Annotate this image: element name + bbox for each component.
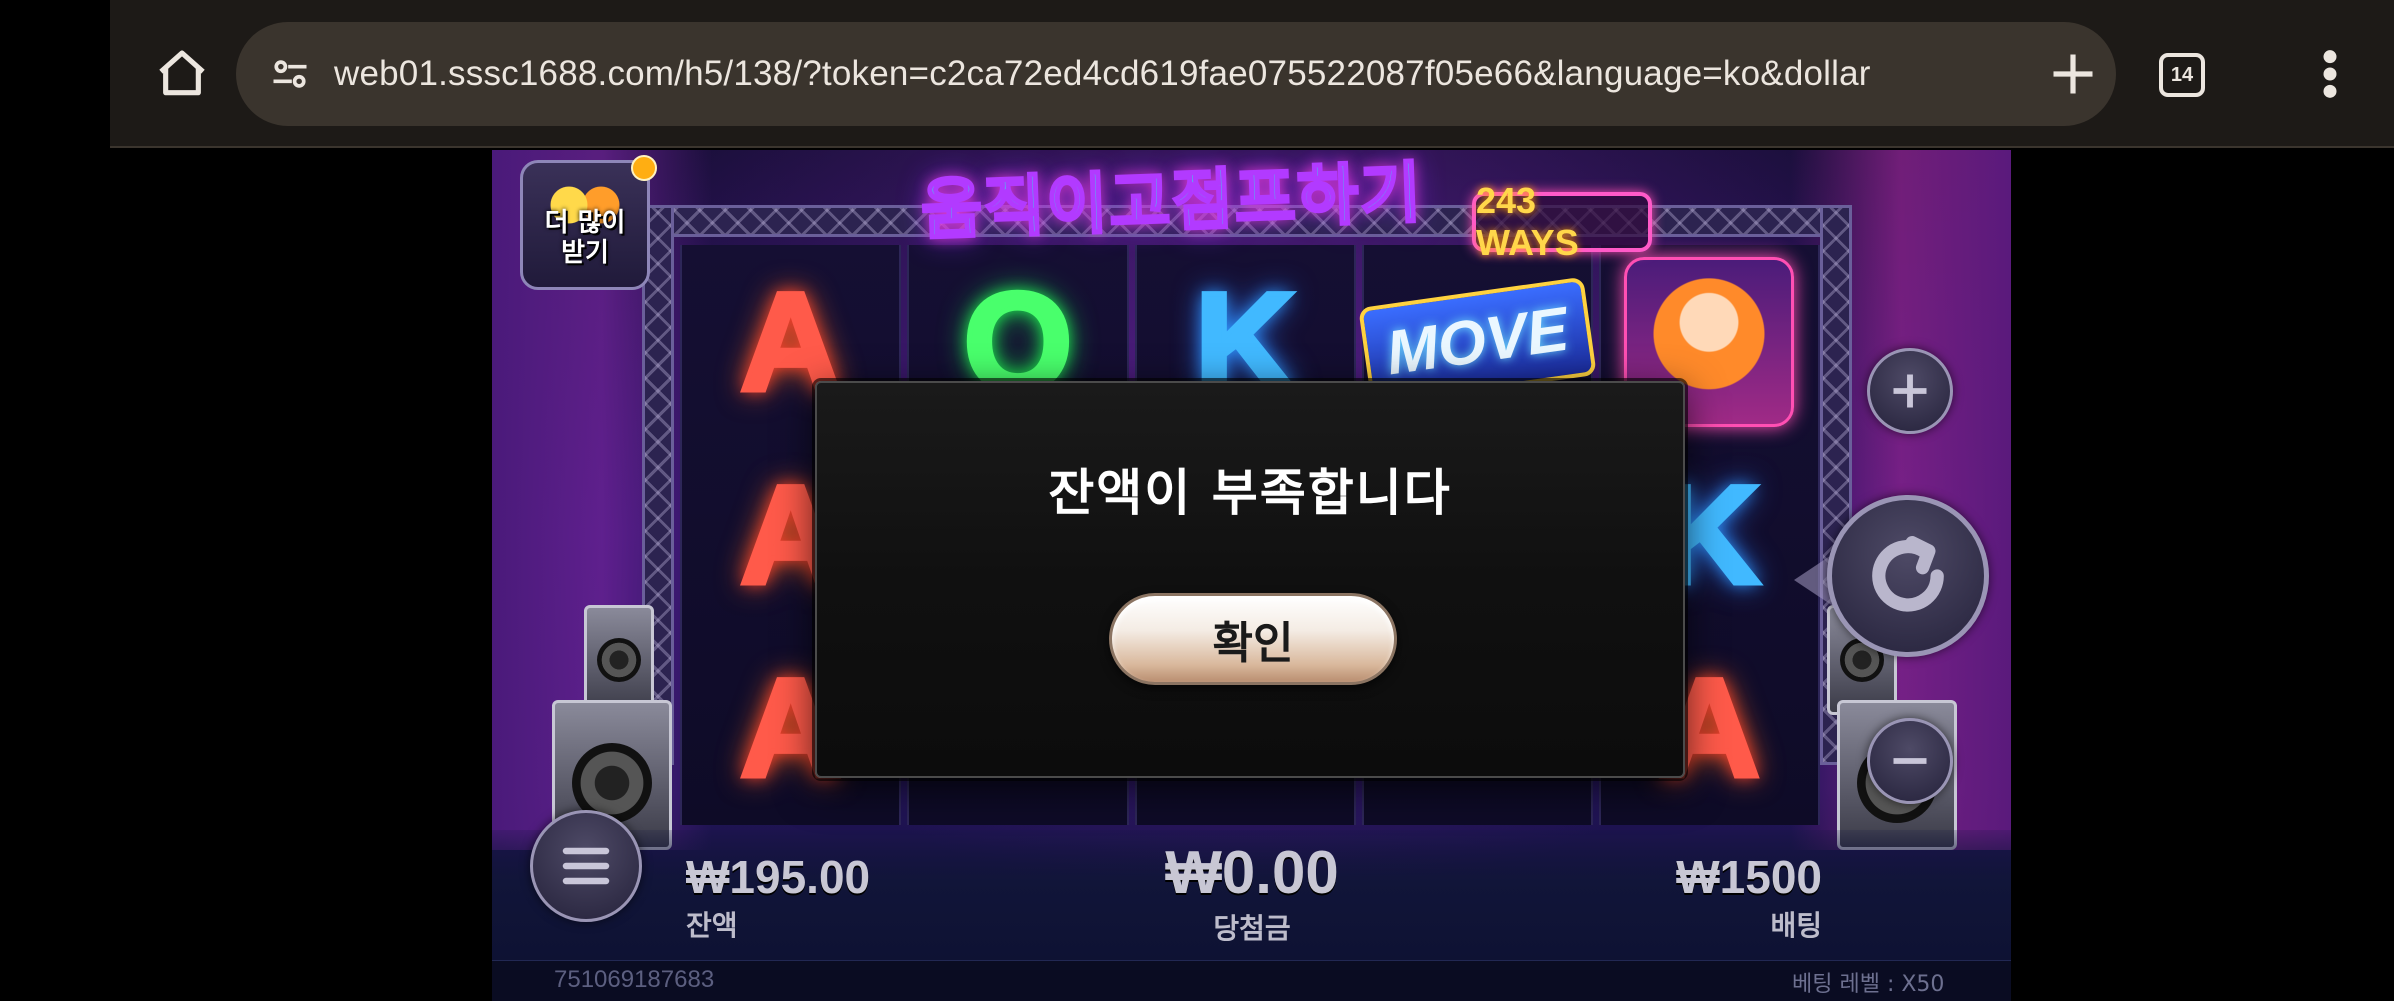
- increase-bet-button[interactable]: [1867, 348, 1953, 434]
- win-label: 당첨금: [1213, 912, 1291, 945]
- win-display: ₩0.00 당첨금: [1152, 838, 1352, 947]
- tab-switcher-icon: 14: [2159, 53, 2205, 97]
- tab-switcher-button[interactable]: 14: [2146, 40, 2218, 110]
- game-footer: [492, 960, 2011, 1001]
- bet-level: 베팅 레벨 : X50: [1792, 972, 1945, 997]
- hamburger-menu-icon: [562, 847, 610, 885]
- site-settings-icon: [273, 60, 307, 88]
- address-bar[interactable]: web01.sssc1688.com/h5/138/?token=c2ca72e…: [236, 22, 2116, 126]
- ways-badge-text: 243 WAYS: [1476, 180, 1579, 263]
- notification-dot: [631, 155, 657, 181]
- url-text[interactable]: web01.sssc1688.com/h5/138/?token=c2ca72e…: [334, 54, 1871, 94]
- confirm-button-label: 확인: [1212, 618, 1294, 669]
- minus-icon: [1893, 758, 1927, 764]
- dialog-message: 잔액이 부족합니다: [1048, 464, 1452, 522]
- home-icon: [159, 50, 205, 96]
- new-tab-button[interactable]: [2030, 36, 2116, 112]
- plus-icon: [2053, 54, 2093, 94]
- balance-value: ₩195.00: [686, 851, 871, 903]
- game-menu-button[interactable]: [530, 810, 642, 922]
- ways-badge: 243 WAYS: [1472, 180, 1652, 263]
- game-title-logo: 움직이고점프하기: [812, 150, 1532, 250]
- decrease-bet-button[interactable]: [1867, 718, 1953, 804]
- bet-display: ₩1500 배팅: [1672, 850, 1822, 944]
- game-title: 움직이고점프하기: [919, 153, 1426, 250]
- browser-toolbar: web01.sssc1688.com/h5/138/?token=c2ca72e…: [110, 0, 2394, 148]
- balance-display: ₩195.00 잔액: [686, 850, 870, 944]
- get-more-button[interactable]: 더 많이 받기: [520, 155, 657, 290]
- get-more-label: 더 많이 받기: [544, 208, 626, 268]
- round-id: 751069187683: [554, 966, 715, 993]
- more-menu-button[interactable]: [2290, 36, 2370, 112]
- bet-label: 배팅: [1770, 909, 1822, 942]
- spin-refresh-icon: [1872, 536, 1944, 612]
- home-button[interactable]: [140, 36, 224, 112]
- more-vertical-icon: [2323, 50, 2337, 98]
- plus-icon: [1893, 374, 1927, 408]
- bet-value: ₩1500: [1676, 851, 1822, 903]
- balance-label: 잔액: [686, 909, 738, 942]
- confirm-button[interactable]: 확인: [1109, 593, 1397, 685]
- spin-button[interactable]: [1827, 495, 1989, 657]
- tab-count: 14: [2170, 63, 2194, 86]
- site-settings-button[interactable]: [260, 44, 320, 104]
- insufficient-balance-dialog: 잔액이 부족합니다 확인: [815, 381, 1685, 778]
- speaker-icon: [584, 605, 654, 715]
- win-value: ₩0.00: [1165, 839, 1339, 906]
